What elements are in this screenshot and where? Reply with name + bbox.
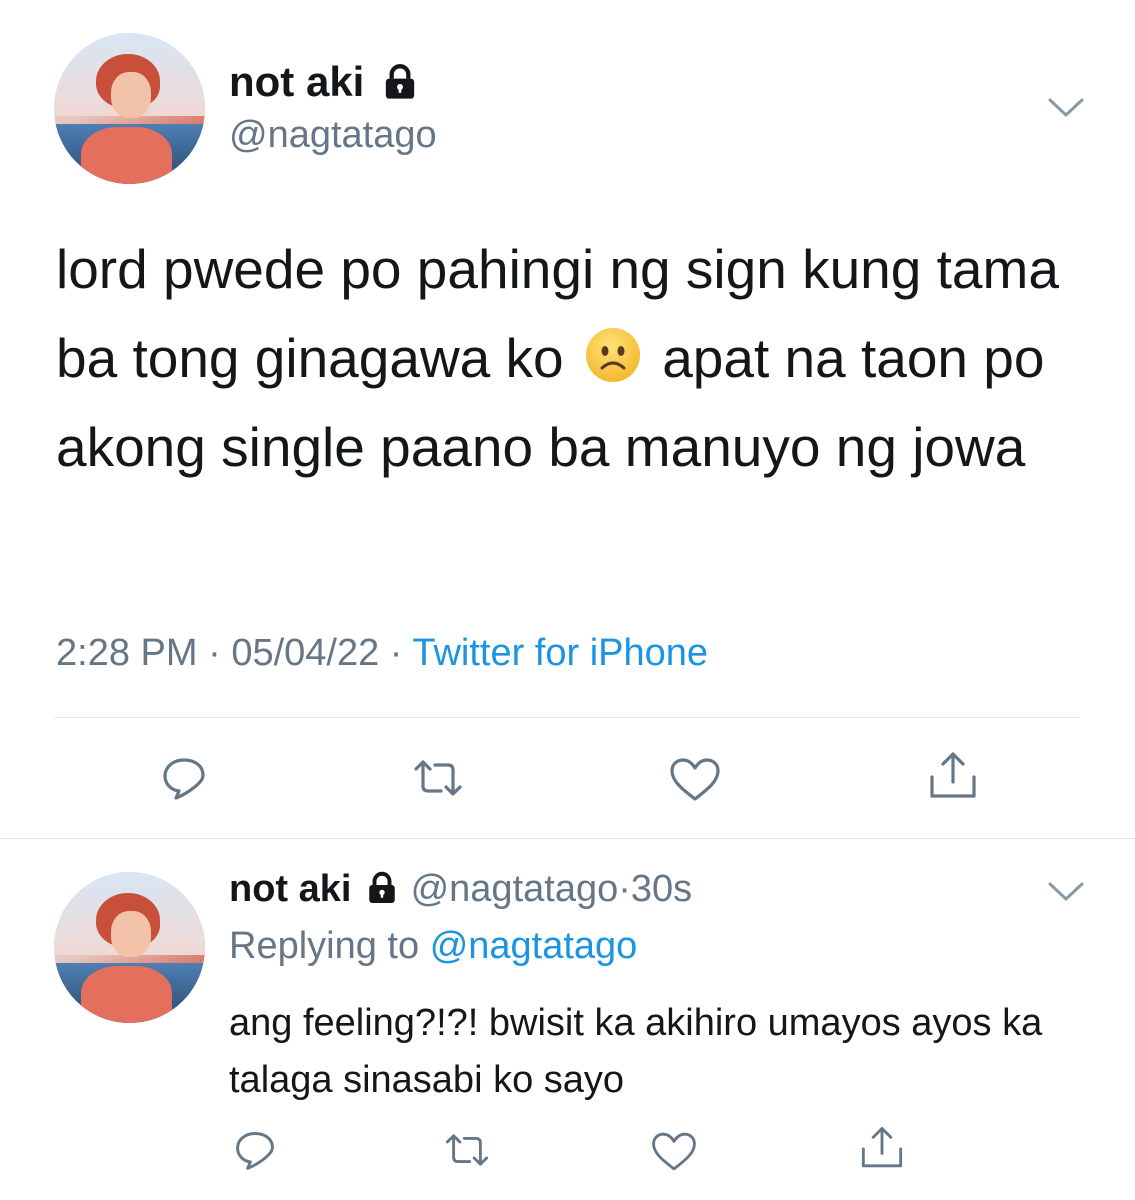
meta-separator: · xyxy=(389,632,403,674)
reply-tweet-text: ang feeling?!?! bwisit ka akihiro umayos… xyxy=(229,1002,1043,1101)
main-tweet-handle[interactable]: @nagtatago xyxy=(229,114,437,157)
reply-icon[interactable] xyxy=(160,754,208,802)
heart-icon[interactable] xyxy=(650,1130,698,1174)
main-tweet-date: 05/04/22 xyxy=(231,632,380,674)
meta-separator: · xyxy=(208,632,221,674)
retweet-icon[interactable] xyxy=(442,1128,492,1172)
main-tweet-display-name: not aki xyxy=(229,58,365,105)
lock-icon xyxy=(369,871,395,903)
share-icon[interactable] xyxy=(858,1124,906,1172)
replying-to-prefix: Replying to xyxy=(229,925,420,967)
chevron-down-icon[interactable] xyxy=(1046,96,1086,120)
frowning-face-emoji-icon xyxy=(585,328,640,382)
main-tweet-display-name-row[interactable]: not aki xyxy=(229,58,420,106)
share-icon[interactable] xyxy=(926,750,980,802)
retweet-icon[interactable] xyxy=(410,754,466,802)
reply-tweet-separator: · xyxy=(618,868,631,910)
lock-icon xyxy=(385,63,415,99)
reply-tweet-avatar[interactable] xyxy=(54,872,205,1023)
replying-to-line: Replying to @nagtatago xyxy=(229,925,637,968)
main-tweet-divider xyxy=(54,717,1080,718)
reply-tweet-age[interactable]: 30s xyxy=(631,868,692,910)
reply-tweet-header: not aki @nagtatago·30s xyxy=(229,868,692,911)
chevron-down-icon[interactable] xyxy=(1046,880,1086,904)
main-tweet-text: lord pwede po pahingi ng sign kung tama … xyxy=(56,225,1096,492)
main-tweet-time: 2:28 PM xyxy=(56,632,198,674)
tweet-separator-divider xyxy=(0,838,1135,839)
reply-icon[interactable] xyxy=(233,1128,277,1172)
reply-tweet-handle[interactable]: @nagtatago xyxy=(411,868,619,910)
heart-icon[interactable] xyxy=(668,756,722,804)
main-tweet-meta: 2:28 PM · 05/04/22 · Twitter for iPhone xyxy=(56,632,708,675)
main-tweet-avatar[interactable] xyxy=(54,33,205,184)
main-tweet-source-link[interactable]: Twitter for iPhone xyxy=(412,632,708,674)
reply-tweet-display-name[interactable]: not aki xyxy=(229,868,351,910)
replying-to-mention-link[interactable]: @nagtatago xyxy=(430,925,638,967)
